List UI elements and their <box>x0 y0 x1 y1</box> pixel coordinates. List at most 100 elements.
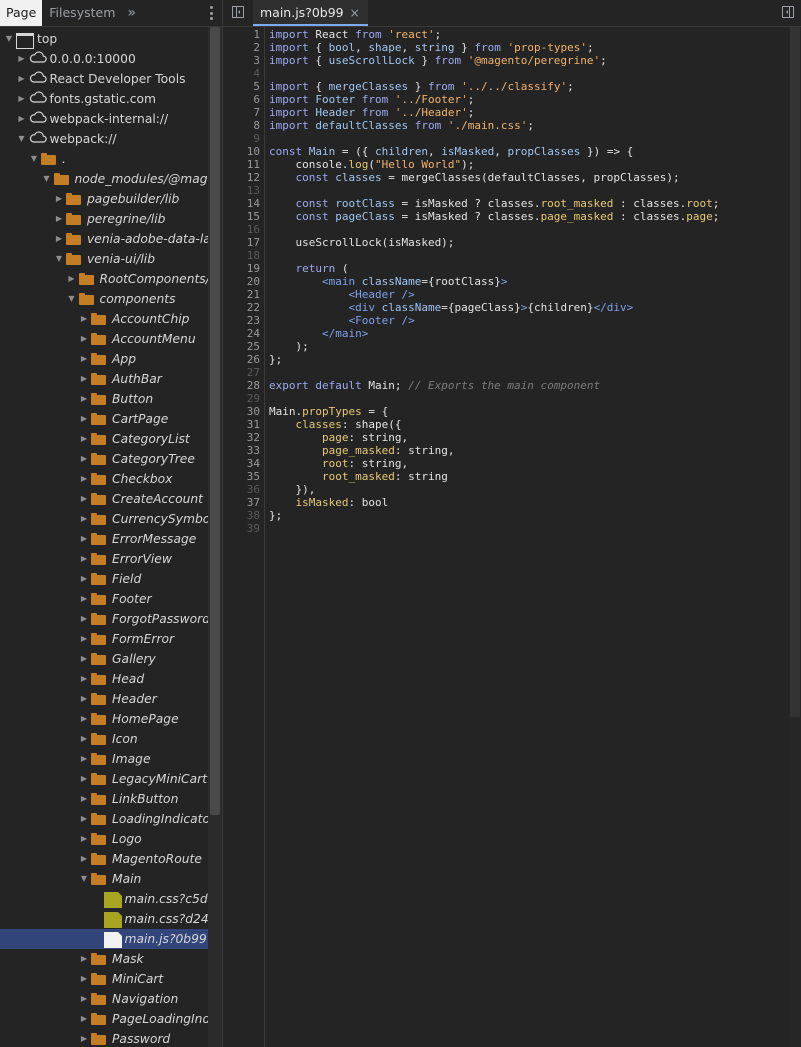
tree-item[interactable]: ▼ components <box>0 289 208 309</box>
collapsed-arrow-icon[interactable]: ▶ <box>79 409 89 429</box>
tree-item[interactable]: ▶ Footer <box>0 589 208 609</box>
tree-item[interactable]: ▶ App <box>0 349 208 369</box>
collapsed-arrow-icon[interactable]: ▶ <box>79 389 89 409</box>
code-line[interactable]: <Header /> <box>269 288 414 301</box>
line-number[interactable]: 27 <box>230 366 260 379</box>
line-number-gutter[interactable]: 1 2 3 4 5 6 7 8 9 10 11 12 13 14 15 16 17 18 19 20 21 22 23 24 2… <box>223 27 265 1047</box>
tree-item[interactable]: main.css?d249 <box>0 909 208 929</box>
tree-item[interactable]: ▶ 0.0.0.0:10000 <box>0 49 208 69</box>
code-line[interactable]: isMasked: bool <box>269 496 389 509</box>
expanded-arrow-icon[interactable]: ▼ <box>42 169 52 189</box>
line-number[interactable]: 12 <box>230 171 260 184</box>
collapsed-arrow-icon[interactable]: ▶ <box>17 89 27 109</box>
expanded-arrow-icon[interactable]: ▼ <box>29 149 39 169</box>
tree-item[interactable]: ▶ Gallery <box>0 649 208 669</box>
collapsed-arrow-icon[interactable]: ▶ <box>79 969 89 989</box>
tree-item[interactable]: ▶ Logo <box>0 829 208 849</box>
line-number[interactable]: 2 <box>230 41 260 54</box>
line-number[interactable]: 25 <box>230 340 260 353</box>
collapsed-arrow-icon[interactable]: ▶ <box>79 989 89 1009</box>
line-number[interactable]: 36 <box>230 483 260 496</box>
code-line[interactable]: }; <box>269 353 282 366</box>
collapsed-arrow-icon[interactable]: ▶ <box>79 449 89 469</box>
code-line[interactable]: page: string, <box>269 431 408 444</box>
tree-item[interactable]: ▼ Main <box>0 869 208 889</box>
line-number[interactable]: 18 <box>230 249 260 262</box>
tree-item[interactable]: ▶ CreateAccount <box>0 489 208 509</box>
expanded-arrow-icon[interactable]: ▼ <box>79 869 89 889</box>
code-line[interactable]: }; <box>269 509 282 522</box>
tree-item[interactable]: ▶ AuthBar <box>0 369 208 389</box>
tree-item[interactable]: ▶ Image <box>0 749 208 769</box>
tree-item[interactable]: main.css?c5d4 <box>0 889 208 909</box>
tree-item[interactable]: ▶ ErrorMessage <box>0 529 208 549</box>
tree-item[interactable]: ▶ Button <box>0 389 208 409</box>
tree-item[interactable]: ▶ HomePage <box>0 709 208 729</box>
tree-item[interactable]: ▶ venia-adobe-data-layer <box>0 229 208 249</box>
tree-item[interactable]: ▶ peregrine/lib <box>0 209 208 229</box>
code-line[interactable]: import defaultClasses from './main.css'; <box>269 119 534 132</box>
line-number[interactable]: 20 <box>230 275 260 288</box>
tree-item[interactable]: ▶ FormError <box>0 629 208 649</box>
collapsed-arrow-icon[interactable]: ▶ <box>79 769 89 789</box>
line-number[interactable]: 13 <box>230 184 260 197</box>
tree-item[interactable]: ▶ webpack-internal:// <box>0 109 208 129</box>
collapsed-arrow-icon[interactable]: ▶ <box>79 849 89 869</box>
line-number[interactable]: 30 <box>230 405 260 418</box>
line-number[interactable]: 22 <box>230 301 260 314</box>
tree-item[interactable]: ▶ Field <box>0 569 208 589</box>
line-number[interactable]: 28 <box>230 379 260 392</box>
tab-filesystem[interactable]: Filesystem <box>42 0 122 26</box>
collapsed-arrow-icon[interactable]: ▶ <box>79 669 89 689</box>
line-number[interactable]: 14 <box>230 197 260 210</box>
tree-item[interactable]: ▶ LoadingIndicator <box>0 809 208 829</box>
line-number[interactable]: 37 <box>230 496 260 509</box>
line-number[interactable]: 29 <box>230 392 260 405</box>
collapsed-arrow-icon[interactable]: ▶ <box>17 49 27 69</box>
code-line[interactable]: console.log("Hello World"); <box>269 158 474 171</box>
collapsed-arrow-icon[interactable]: ▶ <box>79 469 89 489</box>
code-line[interactable]: <div className={pageClass}>{children}</d… <box>269 301 633 314</box>
tree-item[interactable]: ▼. <box>0 149 208 169</box>
line-number[interactable]: 1 <box>230 28 260 41</box>
line-number[interactable]: 17 <box>230 236 260 249</box>
collapsed-arrow-icon[interactable]: ▶ <box>79 649 89 669</box>
collapsed-arrow-icon[interactable]: ▶ <box>54 229 64 249</box>
tree-item[interactable]: ▶ fonts.gstatic.com <box>0 89 208 109</box>
line-number[interactable]: 11 <box>230 158 260 171</box>
expanded-arrow-icon[interactable]: ▼ <box>17 129 27 149</box>
editor-scrollbar-thumb[interactable] <box>790 27 800 717</box>
collapsed-arrow-icon[interactable]: ▶ <box>79 949 89 969</box>
line-number[interactable]: 33 <box>230 444 260 457</box>
line-number[interactable]: 19 <box>230 262 260 275</box>
line-number[interactable]: 39 <box>230 522 260 535</box>
tab-page[interactable]: Page <box>0 0 43 26</box>
line-number[interactable]: 35 <box>230 470 260 483</box>
line-number[interactable]: 31 <box>230 418 260 431</box>
collapsed-arrow-icon[interactable]: ▶ <box>79 549 89 569</box>
code-line[interactable]: const rootClass = isMasked ? classes.roo… <box>269 197 720 210</box>
line-number[interactable]: 6 <box>230 93 260 106</box>
line-number[interactable]: 4 <box>230 67 260 80</box>
code-line[interactable]: import { mergeClasses } from '../../clas… <box>269 80 574 93</box>
tab-main-js[interactable]: main.js?0b99 × <box>253 0 368 26</box>
tree-item[interactable]: ▶ CurrencySymbol <box>0 509 208 529</box>
tree-item[interactable]: ▶ Header <box>0 689 208 709</box>
collapsed-arrow-icon[interactable]: ▶ <box>79 569 89 589</box>
collapsed-arrow-icon[interactable]: ▶ <box>79 729 89 749</box>
line-number[interactable]: 24 <box>230 327 260 340</box>
line-number[interactable]: 10 <box>230 145 260 158</box>
line-number[interactable]: 8 <box>230 119 260 132</box>
collapsed-arrow-icon[interactable]: ▶ <box>79 309 89 329</box>
collapsed-arrow-icon[interactable]: ▶ <box>79 429 89 449</box>
tree-item[interactable]: ▶ AccountChip <box>0 309 208 329</box>
tree-item[interactable]: ▶ Checkbox <box>0 469 208 489</box>
toggle-debugger-icon[interactable] <box>782 6 794 18</box>
tree-item[interactable]: ▶ Mask <box>0 949 208 969</box>
collapsed-arrow-icon[interactable]: ▶ <box>17 69 27 89</box>
tree-item[interactable]: ▶ LegacyMiniCart <box>0 769 208 789</box>
line-number[interactable]: 3 <box>230 54 260 67</box>
collapsed-arrow-icon[interactable]: ▶ <box>54 209 64 229</box>
collapsed-arrow-icon[interactable]: ▶ <box>79 789 89 809</box>
code-line[interactable]: return ( <box>269 262 349 275</box>
